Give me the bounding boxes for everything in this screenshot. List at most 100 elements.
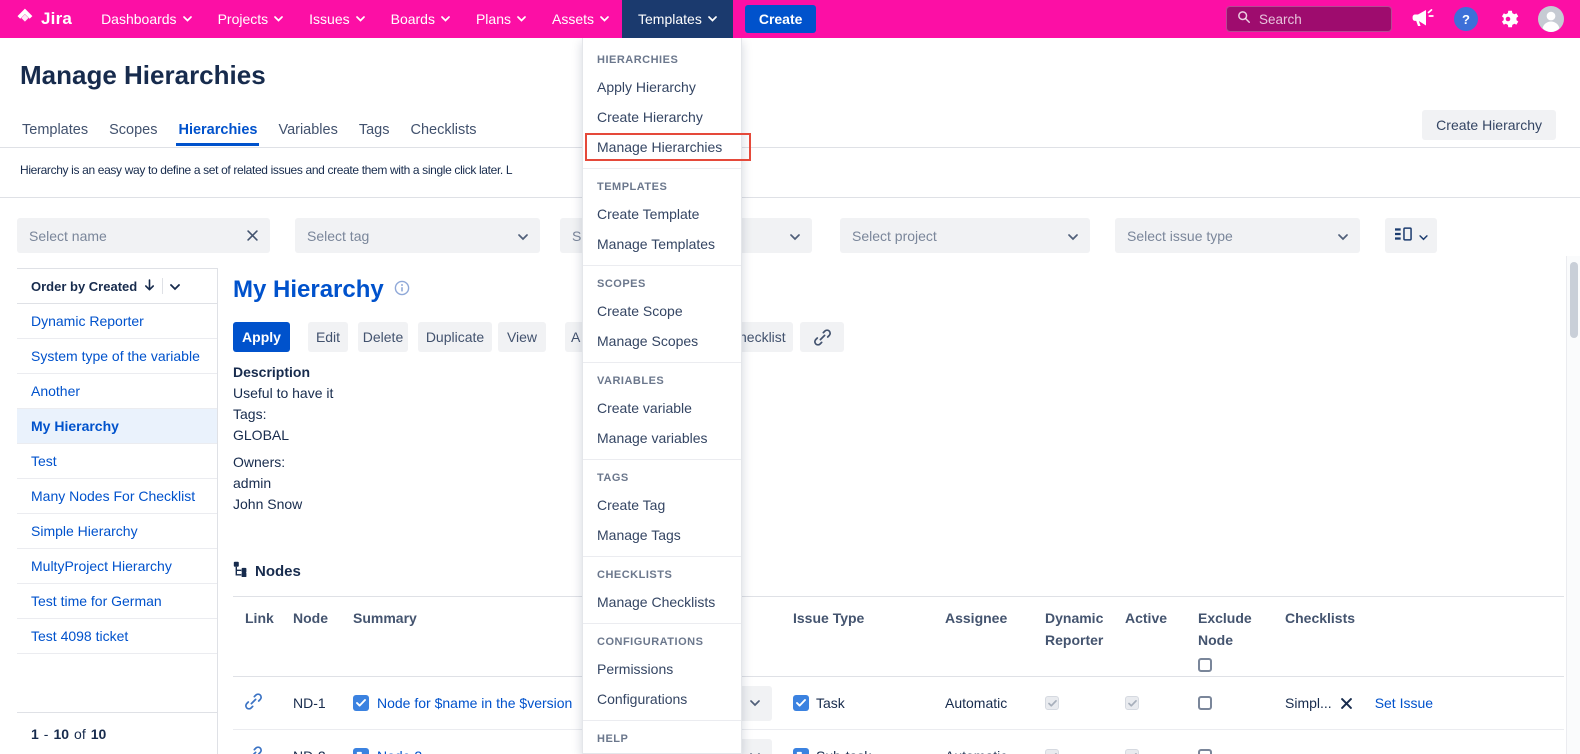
pagination-of-label: of [74,726,86,742]
select-project-filter[interactable]: Select project [840,218,1090,253]
sidebar-item-test[interactable]: Test [17,444,217,479]
menu-item-manage-tags[interactable]: Manage Tags [583,520,741,550]
pagination-dash: - [44,726,49,742]
scrollbar-thumb[interactable] [1570,262,1578,338]
sidebar-item-simple-hierarchy[interactable]: Simple Hierarchy [17,514,217,549]
sidebar-item-system-type-of-the-variable[interactable]: System type of the variable [17,339,217,374]
order-by-control[interactable]: Order by Created [17,269,217,304]
info-icon[interactable] [394,280,410,301]
tab-scopes[interactable]: Scopes [107,120,159,146]
nav-item-plans[interactable]: Plans [463,0,539,38]
clear-filter-icon[interactable] [247,230,258,241]
menu-item-create-template[interactable]: Create Template [583,199,741,229]
node-link-icon[interactable] [245,693,293,713]
nav-item-templates[interactable]: Templates [622,0,733,38]
vertical-scrollbar[interactable] [1566,256,1580,754]
menu-item-create-tag[interactable]: Create Tag [583,490,741,520]
create-hierarchy-button[interactable]: Create Hierarchy [1422,110,1556,140]
app-window: Jira Dashboards Projects Issues Boards P… [0,0,1580,754]
view-layout-toggle[interactable] [1385,218,1437,253]
search-box[interactable] [1226,6,1392,32]
menu-item-manage-templates[interactable]: Manage Templates [583,229,741,259]
create-button[interactable]: Create [745,5,817,33]
tab-templates[interactable]: Templates [20,120,90,146]
node-link-icon[interactable] [245,746,293,754]
menu-item-manage-variables[interactable]: Manage variables [583,423,741,453]
menu-item-apply-hierarchy[interactable]: Apply Hierarchy [583,72,741,102]
chevron-down-icon [517,16,526,22]
tab-bar: Templates Scopes Hierarchies Variables T… [20,120,496,147]
sidebar-item-many-nodes-for-checklist[interactable]: Many Nodes For Checklist [17,479,217,514]
highlight-red-box [585,133,751,161]
menu-item-permissions[interactable]: Permissions [583,654,741,684]
select-name-input[interactable] [29,228,247,244]
sidebar-item-multyproject-hierarchy[interactable]: MultyProject Hierarchy [17,549,217,584]
pagination-end: 10 [53,726,69,742]
exclude-node-checkbox[interactable] [1198,696,1212,710]
menu-section-header: CONFIGURATIONS [583,630,741,654]
column-header-link: Link [245,607,293,629]
announcements-megaphone-icon[interactable] [1411,8,1435,30]
sidebar-item-dynamic-reporter[interactable]: Dynamic Reporter [17,304,217,339]
node-summary-link[interactable]: Node 2 [377,748,422,754]
nav-item-issues[interactable]: Issues [296,0,377,38]
search-input[interactable] [1259,12,1381,27]
tab-hierarchies[interactable]: Hierarchies [176,120,259,146]
remove-checklist-icon[interactable] [1341,698,1352,709]
tab-checklists[interactable]: Checklists [408,120,478,146]
nav-item-assets[interactable]: Assets [539,0,622,38]
set-issue-link[interactable]: Set Issue [1375,695,1433,711]
nav-item-projects[interactable]: Projects [205,0,297,38]
view-button[interactable]: View [498,322,546,352]
chevron-down-icon [274,16,283,22]
exclude-node-checkbox[interactable] [1198,749,1212,754]
user-avatar[interactable] [1538,6,1564,32]
assignee-value: Automatic [945,748,1045,754]
menu-section-help: HELP [583,721,741,754]
menu-item-create-hierarchy[interactable]: Create Hierarchy [583,102,741,132]
delete-button[interactable]: Delete [358,322,408,352]
settings-gear-icon[interactable] [1497,8,1519,30]
copy-link-button[interactable] [800,322,844,352]
edit-button[interactable]: Edit [308,322,348,352]
select-name-filter[interactable] [17,218,270,253]
pagination: 1 - 10 of 10 [17,712,217,754]
menu-item-create-scope[interactable]: Create Scope [583,296,741,326]
hierarchy-action-buttons: Apply Edit Delete Duplicate View A heckl… [233,322,844,352]
jira-logo[interactable]: Jira [0,6,88,32]
dynamic-reporter-checkbox [1045,696,1059,710]
tab-variables[interactable]: Variables [276,120,339,146]
exclude-all-checkbox[interactable] [1198,658,1212,672]
nodes-section-header: Nodes [233,558,1564,584]
column-header-node: Node [293,607,353,629]
chevron-down-icon [183,16,192,22]
sidebar-item-my-hierarchy[interactable]: My Hierarchy [17,409,217,444]
apply-button[interactable]: Apply [233,322,290,352]
select-issue-type-filter[interactable]: Select issue type [1115,218,1360,253]
menu-section-header: HIERARCHIES [583,48,741,72]
sort-descending-arrow-icon[interactable] [144,279,155,294]
sidebar-item-another[interactable]: Another [17,374,217,409]
menu-item-manage-scopes[interactable]: Manage Scopes [583,326,741,356]
tab-tags[interactable]: Tags [357,120,392,146]
menu-item-manage-hierarchies[interactable]: Manage Hierarchies [583,132,741,162]
sidebar-item-test-time-for-german[interactable]: Test time for German [17,584,217,619]
chevron-down-icon [1419,228,1428,244]
sidebar-item-test-4098-ticket[interactable]: Test 4098 ticket [17,619,217,654]
top-navigation-bar: Jira Dashboards Projects Issues Boards P… [0,0,1580,38]
node-summary-link[interactable]: Node for $name in the $version [377,695,572,711]
chevron-down-icon[interactable] [170,279,180,294]
nav-item-dashboards[interactable]: Dashboards [88,0,205,38]
nav-item-boards[interactable]: Boards [378,0,463,38]
menu-item-configurations[interactable]: Configurations [583,684,741,714]
duplicate-button[interactable]: Duplicate [418,322,492,352]
select-tag-filter[interactable]: Select tag [295,218,540,253]
menu-item-manage-checklists[interactable]: Manage Checklists [583,587,741,617]
node-key: ND-1 [293,695,353,711]
dynamic-reporter-checkbox [1045,749,1059,754]
nodes-section: Nodes Link Node Summary Issue Type Assig… [233,558,1564,754]
help-icon[interactable]: ? [1454,7,1478,31]
nodes-title: Nodes [255,563,301,580]
column-header-issue-type: Issue Type [793,607,945,629]
menu-item-create-variable[interactable]: Create variable [583,393,741,423]
